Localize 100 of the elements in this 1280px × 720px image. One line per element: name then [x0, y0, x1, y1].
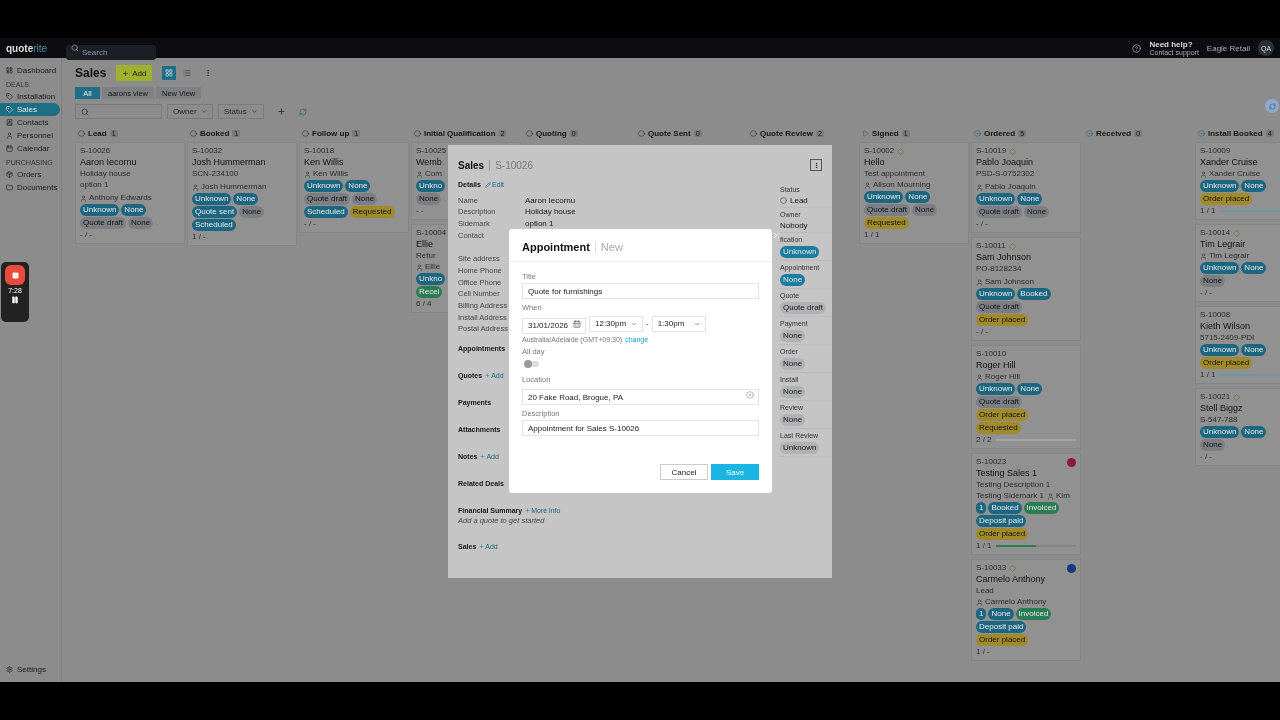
deal-card[interactable]: S-10021 Stell Biggz S-547-788 Unknown None None - / -	[1195, 388, 1280, 466]
status-tag: Deposit paid	[976, 621, 1027, 633]
date-field[interactable]: 31/01/2026	[522, 317, 586, 334]
progress-count: 2 / 2	[976, 435, 992, 445]
status-tag: None	[352, 193, 378, 205]
status-tag: Booked	[988, 502, 1022, 514]
sidebar-item[interactable]: Installation	[0, 90, 60, 103]
progress-count: 1 / 1	[976, 541, 992, 551]
status-tag: Order placed	[976, 634, 1029, 646]
add-icon[interactable]	[277, 107, 286, 116]
deal-card[interactable]: S-10032 Josh Hummerman SCN-234100 Josh Hummerman Unknown None Quote sent None Scheduled 1 / -	[187, 142, 297, 246]
sidebar-item[interactable]: Calendar	[0, 142, 60, 155]
settings-item[interactable]: Settings	[0, 663, 60, 676]
person-icon	[864, 181, 871, 189]
search-icon	[81, 107, 89, 116]
more-button[interactable]	[810, 159, 822, 172]
sidebar-item[interactable]: Documents	[0, 181, 60, 194]
sidebar-item[interactable]: Contacts	[0, 116, 60, 129]
deal-name: Ellie	[416, 239, 433, 250]
circle-icon	[190, 129, 197, 137]
deal-name: Carmelo Anthony	[976, 574, 1046, 585]
status-tag: None	[780, 414, 806, 427]
cancel-button[interactable]: Cancel	[660, 464, 708, 480]
status-tag: Quote draft	[976, 206, 1023, 218]
status-tag: Quote sent	[192, 206, 238, 218]
clear-icon[interactable]	[746, 391, 754, 400]
deal-reference: 5715-2409-PDI	[1200, 333, 1255, 343]
deal-card[interactable]: S-10002 Hello Test appointment Alison Mourning Unknown None Quote draft None Requested 1 / 1	[859, 142, 969, 244]
assistant-button[interactable]	[1265, 99, 1279, 113]
status-tag: Unknown	[1200, 180, 1240, 192]
description-field[interactable]: Appointment for Sales S-10026	[522, 420, 759, 436]
progress-count: 1 / -	[976, 647, 990, 657]
deal-card[interactable]: S-10011 Sam Johnson PO-8128234 Sam Johnson Unknown Booked Quote draft Order placed - / -	[971, 237, 1081, 341]
deal-id: S-10004	[416, 228, 447, 238]
deal-id: S-10026	[80, 146, 111, 156]
stop-button[interactable]	[5, 265, 25, 285]
settings-icon	[6, 666, 13, 673]
status-tag: Deposit paid	[976, 515, 1027, 527]
company-name: Eagle Retail	[1206, 43, 1250, 53]
sidebar-item[interactable]: Orders	[0, 168, 60, 181]
panel-title: Sales	[458, 159, 485, 171]
deal-name: Ken Willis	[304, 157, 344, 168]
status-tag: Unknown	[192, 193, 232, 205]
status-tag: Invoiced	[1015, 608, 1052, 620]
deal-name: Testing Sales 1	[976, 468, 1038, 479]
deal-card[interactable]: S-10009 Xander Cruise Xander Cruise Unknown None Order placed 1 / 1	[1195, 142, 1280, 220]
filter-dropdown[interactable]: Owner	[167, 104, 213, 119]
status-tag: None	[239, 206, 265, 218]
progress-count: 1 / 1	[1200, 370, 1216, 380]
person-icon	[416, 263, 423, 271]
board-view-toggle[interactable]	[162, 66, 177, 80]
status-tag: None	[780, 274, 806, 287]
nav-icon	[6, 145, 13, 152]
status-tag: None	[1017, 383, 1043, 395]
help-icon[interactable]	[1132, 43, 1142, 53]
nav-icon	[6, 171, 13, 178]
play-icon	[862, 129, 869, 137]
add-button[interactable]: Add	[116, 65, 153, 81]
contact-name: Ellie	[425, 262, 441, 272]
deal-card[interactable]: S-10018 Ken Willis Ken Willis Unknown None Quote draft None Scheduled Requested - / -	[299, 142, 409, 233]
close-icon[interactable]	[772, 231, 781, 240]
chevron-icon	[200, 108, 207, 115]
status-tag: Quote draft	[304, 193, 351, 205]
column-title: Quoting	[536, 128, 567, 138]
sidebar-item[interactable]: Dashboard	[0, 64, 60, 77]
deal-card[interactable]: S-10033 Carmelo Anthony Lead Carmelo Anthony 1 None Invoiced Deposit paid Order placed 1 / -	[971, 559, 1081, 661]
deal-card[interactable]: S-10023 Testing Sales 1 Testing Description 1 Testing Sidemark 1 Kim 1 Booked Invoiced Deposit paid Order placed 1 / 1	[971, 453, 1081, 555]
sidebar-item[interactable]: Personnel	[0, 129, 60, 142]
pause-icon[interactable]	[11, 296, 19, 304]
deal-card[interactable]: S-10014 Tim Legrair Tim Legrair Unknown None None - / -	[1195, 224, 1280, 302]
all-day-toggle[interactable]	[525, 360, 539, 367]
status-tag: Order placed	[1200, 193, 1253, 205]
refresh-icon[interactable]	[299, 107, 307, 116]
deal-card[interactable]: S-10010 Roger Hill Roger Hill Unknown None Quote draft Order placed Requested 2 / 2	[971, 345, 1081, 449]
status-tag: Requested	[864, 217, 909, 229]
column-title: Signed	[872, 128, 899, 138]
start-time-dropdown[interactable]: 12:30pm	[589, 315, 643, 332]
title-field[interactable]: Quote for furnishings	[522, 283, 759, 299]
chevron-icon	[251, 108, 258, 115]
status-tag: Quote draft	[864, 204, 911, 216]
search-field[interactable]	[75, 104, 162, 119]
progress-icon	[1086, 129, 1093, 137]
status-tag: None	[1241, 262, 1267, 274]
person-icon	[1047, 492, 1055, 500]
deal-name: Kieth Wilson	[1200, 321, 1251, 332]
nav-icon	[6, 132, 13, 139]
deal-card[interactable]: S-10019 Pablo Joaquin PSD-S-0752302 Pablo Joaquin Unknown None Quote draft None - / -	[971, 142, 1081, 233]
deal-description: Lead	[976, 586, 994, 596]
filter-dropdown[interactable]: Status	[218, 104, 264, 119]
deal-card[interactable]: S-10026 Aaron Iecornu Holiday house option 1 Anthony Edwards Unknown None Quote draft None - / -	[75, 142, 185, 244]
progress-count: - / -	[1200, 288, 1212, 298]
deal-card[interactable]: S-10008 Kieth Wilson 5715-2409-PDI Unknown None Order placed 1 / 1	[1195, 306, 1280, 384]
nav-icon	[6, 67, 13, 74]
end-time-dropdown[interactable]: 1:30pm	[651, 315, 706, 332]
deal-name: Wemb	[416, 157, 442, 168]
location-field[interactable]: 20 Fake Road, Brogue, PA	[522, 389, 759, 405]
search-field[interactable]: Search	[66, 44, 156, 60]
field-value: Holiday house	[525, 207, 577, 217]
sidebar-item[interactable]: Sales	[0, 103, 60, 116]
plus-icon	[122, 69, 130, 77]
